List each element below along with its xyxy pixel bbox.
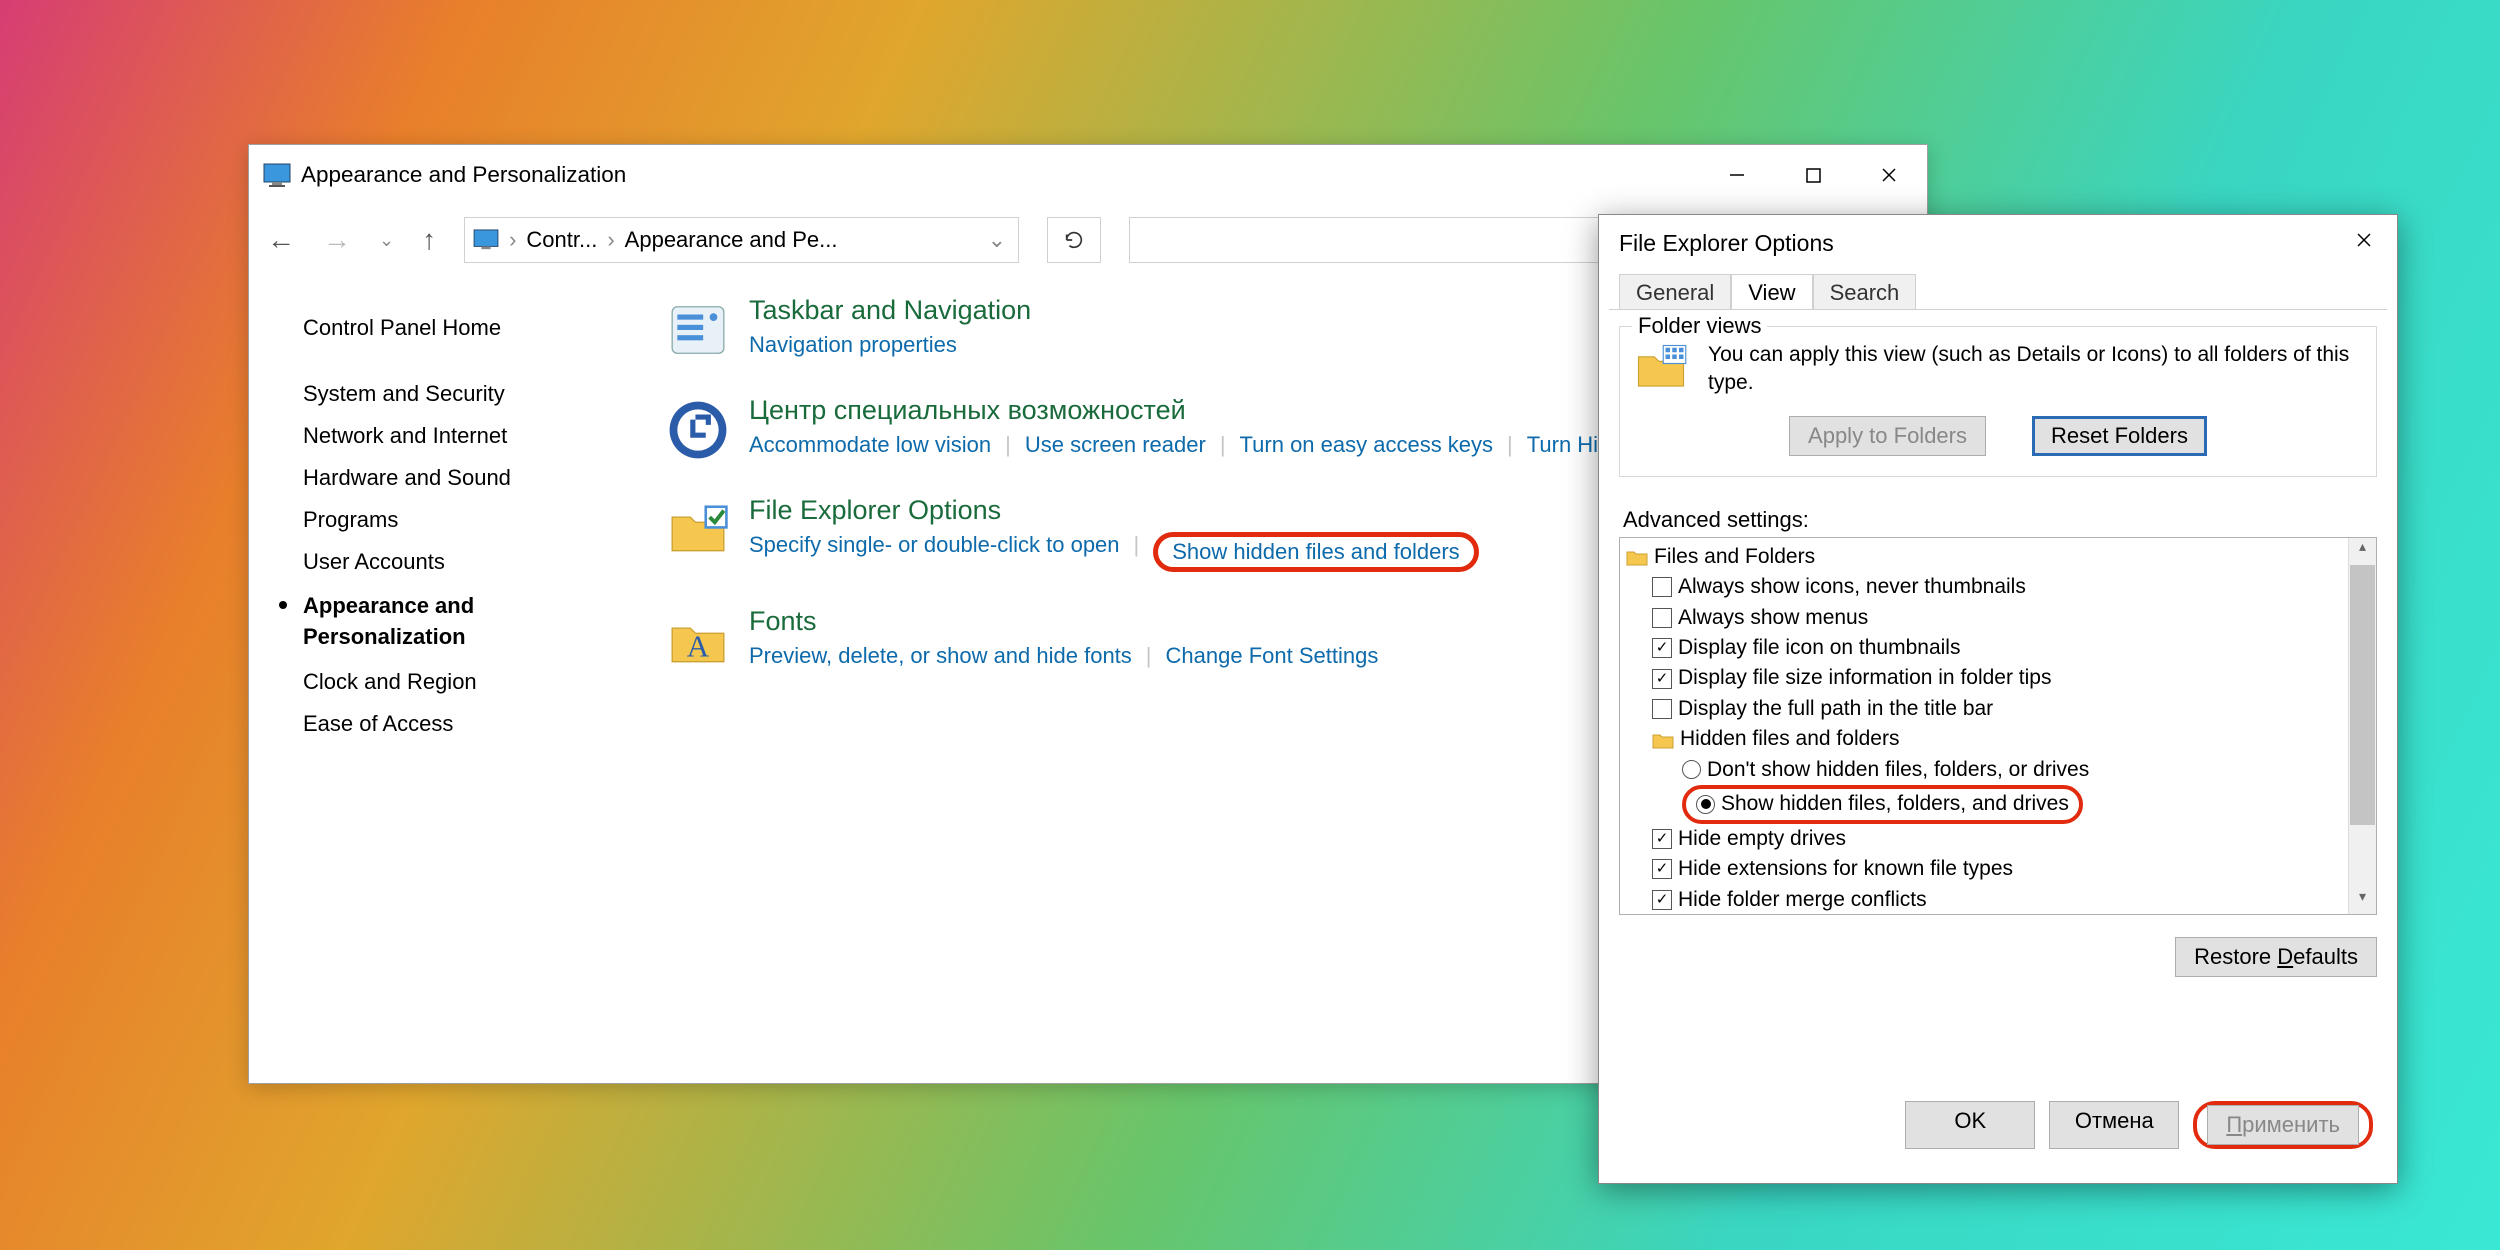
tree-checkbox-item[interactable]: Hide folder merge conflicts: [1626, 885, 2344, 915]
titlebar: Appearance and Personalization: [249, 145, 1927, 205]
checkbox-icon[interactable]: [1652, 890, 1672, 910]
tree-checkbox-item[interactable]: Display file size information in folder …: [1626, 663, 2344, 693]
control-panel-home-link[interactable]: Control Panel Home: [303, 307, 657, 349]
category-title[interactable]: File Explorer Options: [749, 495, 1479, 526]
minimize-button[interactable]: [1699, 150, 1775, 200]
category-link[interactable]: Turn on easy access keys: [1240, 432, 1494, 458]
sidebar-item[interactable]: Hardware and Sound: [303, 457, 657, 499]
category-link[interactable]: Use screen reader: [1025, 432, 1206, 458]
category-link[interactable]: Accommodate low vision: [749, 432, 991, 458]
highlight-annotation: Применить: [2193, 1101, 2373, 1149]
back-button[interactable]: ←: [267, 224, 295, 256]
category-link[interactable]: Preview, delete, or show and hide fonts: [749, 643, 1132, 669]
tree-checkbox-item[interactable]: Display the full path in the title bar: [1626, 694, 2344, 724]
accessibility-icon: [667, 399, 729, 461]
up-button[interactable]: ↑: [422, 224, 436, 256]
svg-text:A: A: [687, 629, 710, 664]
sidebar-item[interactable]: Programs: [303, 499, 657, 541]
scroll-down-icon[interactable]: ▾: [2349, 888, 2376, 914]
cancel-button[interactable]: Отмена: [2049, 1101, 2179, 1149]
window-title: Appearance and Personalization: [301, 162, 626, 188]
fonts-icon: A: [667, 610, 729, 672]
category-title[interactable]: Taskbar and Navigation: [749, 295, 1031, 326]
tab-search[interactable]: Search: [1813, 274, 1917, 309]
restore-defaults-button[interactable]: Restore Defaults: [2175, 937, 2377, 977]
radio-icon[interactable]: [1682, 760, 1701, 779]
refresh-button[interactable]: [1047, 217, 1101, 263]
taskbar-icon: [667, 299, 729, 361]
highlight-annotation: Show hidden files and folders: [1153, 532, 1478, 572]
checkbox-icon[interactable]: [1652, 859, 1672, 879]
category-link[interactable]: Specify single- or double-click to open: [749, 532, 1120, 572]
show-hidden-files-link[interactable]: Show hidden files and folders: [1172, 539, 1459, 564]
tab-panel-view: Folder views You can apply this view (su…: [1609, 309, 2387, 1173]
folder-options-icon: [667, 499, 729, 561]
tab-view[interactable]: View: [1731, 274, 1812, 309]
checkbox-icon[interactable]: [1652, 829, 1672, 849]
category-link[interactable]: Change Font Settings: [1166, 643, 1379, 669]
checkbox-icon[interactable]: [1652, 669, 1672, 689]
sidebar: Control Panel Home System and Security N…: [303, 295, 657, 745]
category-title[interactable]: Fonts: [749, 606, 1378, 637]
scrollbar[interactable]: ▴ ▾: [2348, 538, 2376, 914]
sidebar-item[interactable]: User Accounts: [303, 541, 657, 583]
advanced-settings-tree[interactable]: Files and FoldersAlways show icons, neve…: [1619, 537, 2377, 915]
highlight-annotation: Show hidden files, folders, and drives: [1682, 785, 2083, 823]
breadcrumb-item[interactable]: Appearance and Pe...: [625, 227, 838, 253]
sidebar-item-active[interactable]: Appearance and Personalization: [303, 583, 657, 661]
tree-checkbox-item[interactable]: Display file icon on thumbnails: [1626, 633, 2344, 663]
history-dropdown-icon[interactable]: ⌄: [379, 230, 394, 251]
monitor-icon: [473, 229, 499, 251]
apply-button[interactable]: Применить: [2207, 1105, 2359, 1145]
forward-button[interactable]: →: [323, 224, 351, 256]
breadcrumb-item[interactable]: Contr...: [526, 227, 597, 253]
checkbox-icon[interactable]: [1652, 638, 1672, 658]
tree-checkbox-item[interactable]: Hide extensions for known file types: [1626, 854, 2344, 884]
sidebar-item[interactable]: System and Security: [303, 373, 657, 415]
maximize-button[interactable]: [1775, 150, 1851, 200]
checkbox-icon[interactable]: [1652, 699, 1672, 719]
folder-views-text: You can apply this view (such as Details…: [1708, 341, 2362, 398]
tree-checkbox-item[interactable]: Always show icons, never thumbnails: [1626, 572, 2344, 602]
folder-views-group: Folder views You can apply this view (su…: [1619, 326, 2377, 477]
advanced-settings-label: Advanced settings:: [1623, 507, 2377, 533]
folder-view-icon: [1634, 341, 1688, 395]
tree-checkbox-item[interactable]: Hide empty drives: [1626, 824, 2344, 854]
tree-radio-item[interactable]: Show hidden files, folders, and drives: [1626, 785, 2344, 823]
breadcrumb[interactable]: › Contr... › Appearance and Pe... ⌄: [464, 217, 1019, 263]
ok-button[interactable]: OK: [1905, 1101, 2035, 1149]
tree-radio-item[interactable]: Don't show hidden files, folders, or dri…: [1626, 755, 2344, 785]
dialog-titlebar: File Explorer Options: [1599, 215, 2397, 271]
checkbox-icon[interactable]: [1652, 577, 1672, 597]
file-explorer-options-dialog: File Explorer Options General View Searc…: [1598, 214, 2398, 1184]
radio-icon[interactable]: [1696, 795, 1715, 814]
dialog-title: File Explorer Options: [1619, 230, 1834, 257]
monitor-icon: [263, 163, 291, 187]
apply-to-folders-button[interactable]: Apply to Folders: [1789, 416, 1986, 456]
tree-checkbox-item[interactable]: Always show menus: [1626, 603, 2344, 633]
tree-folder[interactable]: Hidden files and folders: [1626, 724, 2344, 754]
dialog-tabs: General View Search: [1599, 271, 2397, 309]
scrollbar-thumb[interactable]: [2350, 565, 2375, 825]
group-legend: Folder views: [1632, 313, 1767, 339]
tree-folder[interactable]: Files and Folders: [1626, 542, 2344, 572]
dialog-close-button[interactable]: [2341, 223, 2387, 263]
close-button[interactable]: [1851, 150, 1927, 200]
category-link[interactable]: Navigation properties: [749, 332, 957, 358]
reset-folders-button[interactable]: Reset Folders: [2032, 416, 2207, 456]
scroll-up-icon[interactable]: ▴: [2349, 538, 2376, 564]
sidebar-item[interactable]: Ease of Access: [303, 703, 657, 745]
sidebar-item[interactable]: Network and Internet: [303, 415, 657, 457]
checkbox-icon[interactable]: [1652, 608, 1672, 628]
sidebar-item[interactable]: Clock and Region: [303, 661, 657, 703]
tab-general[interactable]: General: [1619, 274, 1731, 309]
